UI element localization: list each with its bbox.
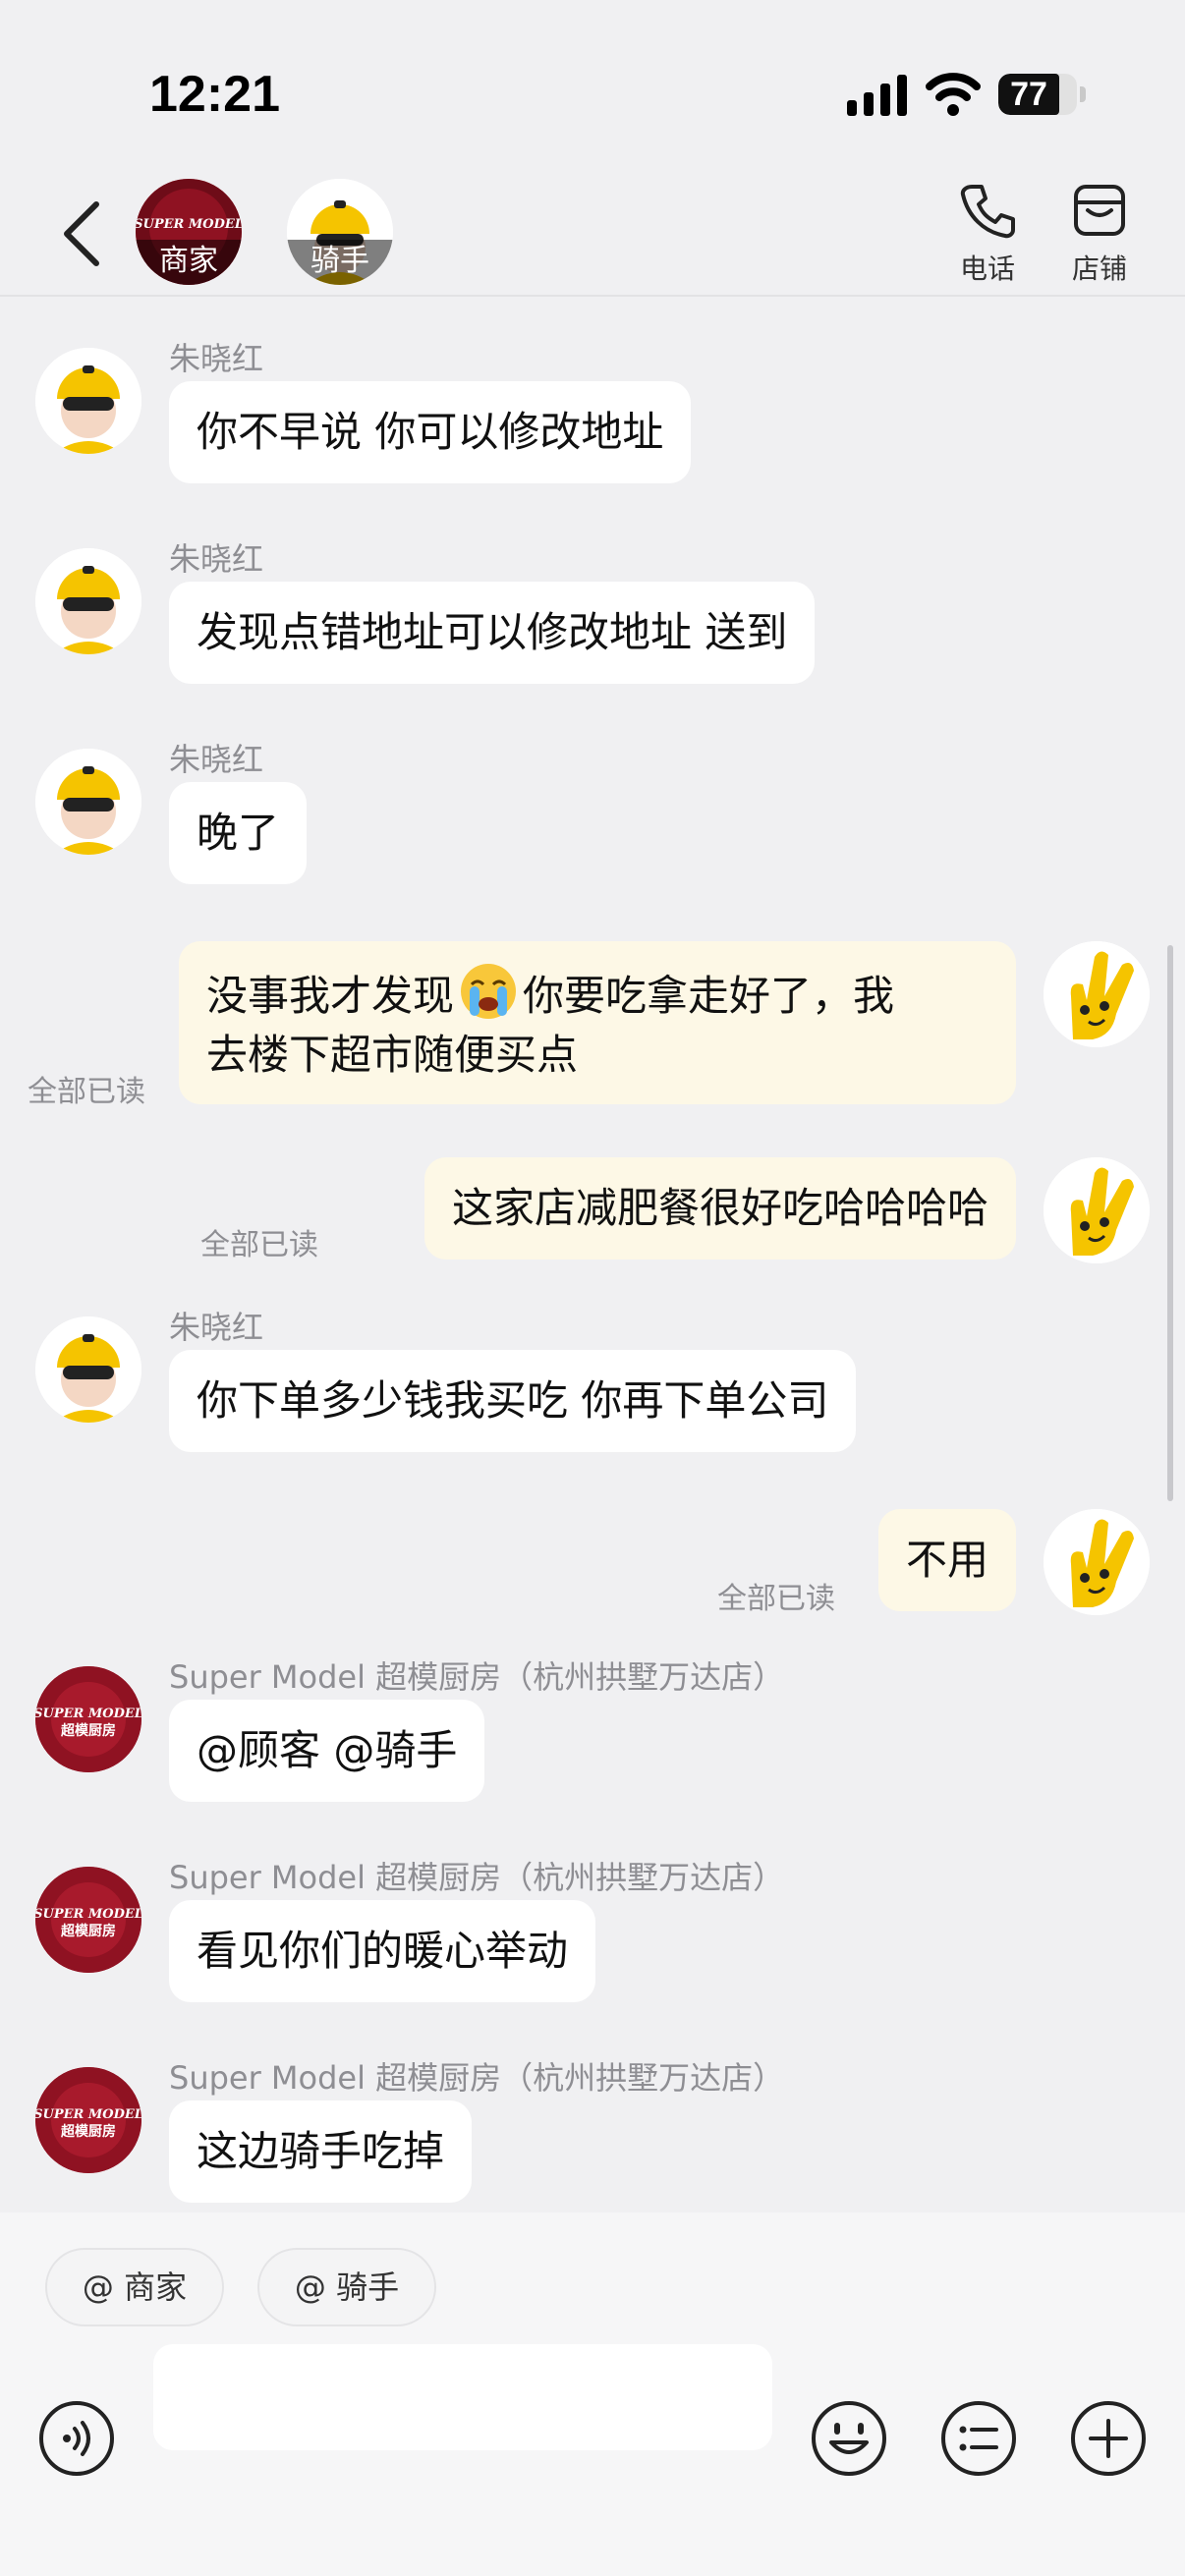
- scrollbar[interactable]: [1167, 945, 1173, 1501]
- message-input[interactable]: [153, 2344, 772, 2450]
- read-status: 全部已读: [28, 1075, 145, 1109]
- mention-merchant-button[interactable]: @ 商家: [45, 2248, 224, 2326]
- svg-text:SUPER MODEL: SUPER MODEL: [35, 1907, 141, 1922]
- merchant-logo-icon: SUPER MODEL 超模厨房: [35, 1867, 141, 1973]
- battery-cap: [1080, 86, 1086, 102]
- rider-helmet-icon: [35, 749, 141, 855]
- yellow-hand-mascot-icon: [1044, 941, 1150, 1047]
- sender-avatar[interactable]: [35, 548, 141, 654]
- yellow-hand-mascot-icon: [1044, 1509, 1150, 1615]
- sender-avatar[interactable]: [35, 749, 141, 855]
- store-label: 店铺: [1071, 252, 1127, 285]
- message-bubble[interactable]: 不用: [877, 1509, 1016, 1611]
- rider-label: 骑手: [287, 240, 393, 285]
- emoji-button[interactable]: [810, 2399, 888, 2478]
- rider-helmet-icon: [35, 1316, 141, 1423]
- message-bubble[interactable]: 看见你们的暖心举动: [169, 1900, 596, 2002]
- svg-text:SUPER MODEL: SUPER MODEL: [35, 2107, 141, 2122]
- quick-reply-button[interactable]: [939, 2399, 1018, 2478]
- svg-text:超模厨房: 超模厨房: [60, 2123, 116, 2140]
- merchant-avatar[interactable]: SUPER MODEL 商家: [136, 179, 242, 285]
- crying-face-emoji-icon: [461, 964, 517, 1019]
- mention-rider-button[interactable]: @ 骑手: [257, 2248, 436, 2326]
- read-status: 全部已读: [717, 1582, 835, 1616]
- sender-name: 朱晓红: [169, 1309, 264, 1346]
- sender-name: 朱晓红: [169, 540, 264, 578]
- merchant-label: 商家: [136, 240, 242, 285]
- message-bubble[interactable]: 这家店减肥餐很好吃哈哈哈哈: [423, 1157, 1016, 1260]
- message-bubble[interactable]: 没事我才发现 你要吃拿走好了，我 去楼下超市随便买点: [179, 941, 1016, 1104]
- phone-label: 电话: [959, 252, 1015, 285]
- my-avatar[interactable]: [1044, 941, 1150, 1047]
- cellular-signal-icon: [847, 75, 907, 116]
- message-line-2: 去楼下超市随便买点: [206, 1031, 579, 1079]
- chat-screen: 12:21 77 SUPER MODEL 商家 骑手 电话 店铺 朱晓红 你不早…: [0, 0, 1185, 2576]
- svg-text:SUPER MODEL: SUPER MODEL: [136, 217, 242, 232]
- rider-avatar[interactable]: 骑手: [287, 179, 393, 285]
- my-avatar[interactable]: [1044, 1509, 1150, 1615]
- sender-name: Super Model 超模厨房（杭州拱墅万达店）: [169, 1859, 785, 1896]
- chat-header: SUPER MODEL 商家 骑手 电话 店铺: [0, 167, 1185, 297]
- status-bar: 12:21 77: [0, 0, 1185, 167]
- svg-text:超模厨房: 超模厨房: [60, 1722, 116, 1739]
- merchant-logo-icon: SUPER MODEL 超模厨房: [35, 2067, 141, 2173]
- status-time: 12:21: [149, 66, 280, 123]
- sender-avatar[interactable]: SUPER MODEL 超模厨房: [35, 1867, 141, 1973]
- my-avatar[interactable]: [1044, 1157, 1150, 1263]
- store-button[interactable]: 店铺: [1045, 181, 1154, 289]
- rider-helmet-icon: [35, 348, 141, 454]
- read-status: 全部已读: [200, 1228, 318, 1262]
- message-bubble[interactable]: 这边骑手吃掉: [169, 2100, 473, 2203]
- message-bubble[interactable]: 你不早说 你可以修改地址: [169, 381, 692, 483]
- message-bubble[interactable]: 发现点错地址可以修改地址 送到: [169, 582, 816, 684]
- sender-name: Super Model 超模厨房（杭州拱墅万达店）: [169, 2059, 785, 2097]
- phone-button[interactable]: 电话: [933, 181, 1042, 289]
- message-bubble[interactable]: 晚了: [169, 782, 308, 884]
- sender-avatar[interactable]: [35, 1316, 141, 1423]
- input-area: @ 商家 @ 骑手: [0, 2212, 1185, 2576]
- message-line-1: 没事我才发现 你要吃拿走好了，我: [206, 961, 988, 1026]
- message-bubble[interactable]: @顾客 @骑手: [169, 1700, 485, 1802]
- battery-icon: 77: [998, 74, 1077, 115]
- store-icon: [1074, 185, 1125, 236]
- add-button[interactable]: [1069, 2399, 1148, 2478]
- yellow-hand-mascot-icon: [1044, 1157, 1150, 1263]
- wifi-icon: [926, 73, 981, 116]
- sender-avatar[interactable]: SUPER MODEL 超模厨房: [35, 2067, 141, 2173]
- svg-text:超模厨房: 超模厨房: [60, 1923, 116, 1939]
- battery-percent: 77: [1010, 76, 1047, 113]
- phone-icon: [960, 185, 1015, 239]
- back-button[interactable]: [51, 196, 114, 271]
- sender-name: 朱晓红: [169, 741, 264, 778]
- sender-avatar[interactable]: [35, 348, 141, 454]
- message-bubble[interactable]: 你下单多少钱我买吃 你再下单公司: [169, 1350, 857, 1452]
- sender-name: 朱晓红: [169, 340, 264, 377]
- sender-name: Super Model 超模厨房（杭州拱墅万达店）: [169, 1658, 785, 1696]
- voice-input-button[interactable]: [37, 2399, 116, 2478]
- rider-helmet-icon: [35, 548, 141, 654]
- merchant-logo-icon: SUPER MODEL 超模厨房: [35, 1666, 141, 1772]
- svg-text:SUPER MODEL: SUPER MODEL: [35, 1707, 141, 1721]
- sender-avatar[interactable]: SUPER MODEL 超模厨房: [35, 1666, 141, 1772]
